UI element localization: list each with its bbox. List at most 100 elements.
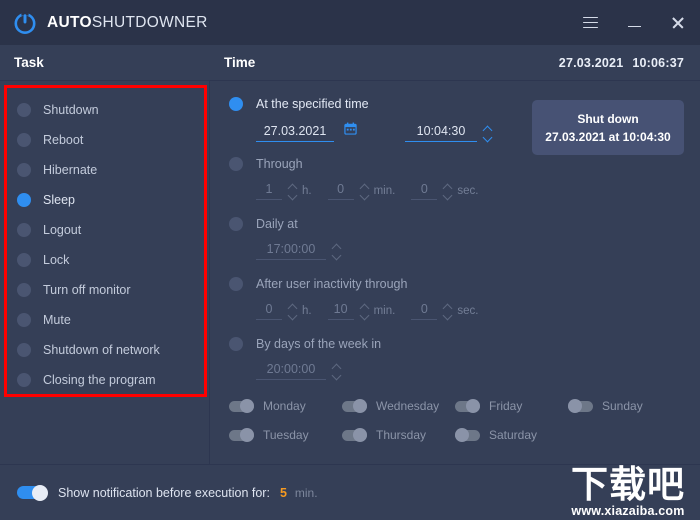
weekday-switch[interactable] (229, 399, 254, 413)
daily-time-spinner[interactable] (332, 244, 341, 260)
task-item[interactable]: Lock (0, 245, 210, 275)
weekday-switch[interactable] (455, 399, 480, 413)
date-field[interactable]: 27.03.2021 (256, 122, 357, 142)
chevron-up-icon[interactable] (288, 304, 297, 310)
weekday-toggle[interactable]: Saturday (455, 425, 568, 445)
chevron-down-icon[interactable] (332, 373, 341, 379)
task-radio[interactable] (17, 163, 31, 177)
weekday-switch[interactable] (342, 428, 367, 442)
hamburger-menu-button[interactable] (568, 0, 612, 45)
hours-value[interactable]: 1 (256, 182, 282, 200)
minutes-spinner[interactable] (360, 304, 369, 320)
weekday-toggle[interactable]: Monday (229, 396, 342, 416)
radio-through[interactable] (229, 157, 243, 171)
chevron-down-icon[interactable] (443, 193, 452, 199)
task-radio[interactable] (17, 373, 31, 387)
task-item[interactable]: Turn off monitor (0, 275, 210, 305)
chevron-down-icon[interactable] (288, 193, 297, 199)
minutes-field[interactable]: 0 (327, 182, 369, 200)
option-header[interactable]: At the specified time (229, 95, 492, 113)
weekday-toggle[interactable]: Sunday (568, 396, 678, 416)
radio-by-days-of-week[interactable] (229, 337, 243, 351)
radio-after-inactivity[interactable] (229, 277, 243, 291)
radio-at-specified-time[interactable] (229, 97, 243, 111)
task-item[interactable]: Shutdown of network (0, 335, 210, 365)
notification-toggle[interactable] (17, 484, 48, 501)
option-header[interactable]: After user inactivity through (229, 275, 494, 293)
minutes-field[interactable]: 10 (327, 302, 369, 320)
chevron-up-icon[interactable] (332, 244, 341, 250)
chevron-down-icon[interactable] (360, 193, 369, 199)
task-item[interactable]: Reboot (0, 125, 210, 155)
chevron-up-icon[interactable] (332, 364, 341, 370)
task-radio[interactable] (17, 133, 31, 147)
task-item[interactable]: Shutdown (0, 95, 210, 125)
weekday-toggle[interactable]: Thursday (342, 425, 455, 445)
notification-minutes-value[interactable]: 5 (280, 486, 287, 500)
chevron-down-icon[interactable] (360, 313, 369, 319)
option-after-inactivity[interactable]: After user inactivity through 0 h. 10 mi… (229, 275, 494, 320)
weekday-switch[interactable] (342, 399, 367, 413)
weekday-toggle[interactable]: Tuesday (229, 425, 342, 445)
weekday-toggle[interactable]: Friday (455, 396, 568, 416)
chevron-up-icon[interactable] (443, 184, 452, 190)
chevron-up-icon[interactable] (443, 304, 452, 310)
time-field[interactable]: 10:04:30 (405, 124, 492, 142)
chevron-up-icon[interactable] (360, 184, 369, 190)
hours-field[interactable]: 0 (256, 302, 297, 320)
task-item[interactable]: Logout (0, 215, 210, 245)
option-header[interactable]: Daily at (229, 215, 341, 233)
option-header[interactable]: Through (229, 155, 494, 173)
task-item[interactable]: Mute (0, 305, 210, 335)
weekly-time-spinner[interactable] (332, 364, 341, 380)
weekday-toggle[interactable]: Wednesday (342, 396, 455, 416)
hours-spinner[interactable] (288, 184, 297, 200)
seconds-value[interactable]: 0 (411, 182, 438, 200)
task-radio[interactable] (17, 193, 31, 207)
seconds-field[interactable]: 0 (411, 182, 452, 200)
minimize-button[interactable] (612, 0, 656, 45)
task-item[interactable]: Hibernate (0, 155, 210, 185)
task-radio[interactable] (17, 253, 31, 267)
daily-time-field[interactable]: 17:00:00 (256, 242, 341, 260)
hours-value[interactable]: 0 (256, 302, 282, 320)
weekly-time-value[interactable]: 20:00:00 (256, 362, 326, 380)
seconds-field[interactable]: 0 (411, 302, 452, 320)
hours-field[interactable]: 1 (256, 182, 297, 200)
task-radio[interactable] (17, 223, 31, 237)
task-item[interactable]: Sleep (0, 185, 210, 215)
task-radio[interactable] (17, 313, 31, 327)
close-button[interactable] (656, 0, 700, 45)
minutes-value[interactable]: 0 (327, 182, 354, 200)
weekday-switch[interactable] (229, 428, 254, 442)
calendar-icon[interactable] (344, 122, 357, 142)
chevron-down-icon[interactable] (288, 313, 297, 319)
weekly-time-field[interactable]: 20:00:00 (256, 362, 341, 380)
seconds-spinner[interactable] (443, 184, 452, 200)
minutes-value[interactable]: 10 (327, 302, 354, 320)
task-item[interactable]: Closing the program (0, 365, 210, 395)
option-through[interactable]: Through 1 h. 0 min. 0 sec. (229, 155, 494, 200)
option-header[interactable]: By days of the week in (229, 335, 381, 353)
option-at-specified-time[interactable]: At the specified time 27.03.2021 10:04:3… (229, 95, 492, 142)
chevron-down-icon[interactable] (483, 135, 492, 141)
chevron-up-icon[interactable] (360, 304, 369, 310)
daily-time-value[interactable]: 17:00:00 (256, 242, 326, 260)
chevron-down-icon[interactable] (332, 253, 341, 259)
task-radio[interactable] (17, 103, 31, 117)
seconds-spinner[interactable] (443, 304, 452, 320)
time-value[interactable]: 10:04:30 (405, 124, 477, 142)
weekday-switch[interactable] (568, 399, 593, 413)
time-spinner[interactable] (483, 126, 492, 142)
seconds-value[interactable]: 0 (411, 302, 438, 320)
option-by-days-of-week[interactable]: By days of the week in 20:00:00 (229, 335, 381, 380)
option-daily-at[interactable]: Daily at 17:00:00 (229, 215, 341, 260)
chevron-up-icon[interactable] (483, 126, 492, 132)
minutes-spinner[interactable] (360, 184, 369, 200)
task-radio[interactable] (17, 283, 31, 297)
task-radio[interactable] (17, 343, 31, 357)
weekday-switch[interactable] (455, 428, 480, 442)
chevron-up-icon[interactable] (288, 184, 297, 190)
hours-spinner[interactable] (288, 304, 297, 320)
shutdown-button[interactable]: Shut down 27.03.2021 at 10:04:30 (532, 100, 684, 155)
